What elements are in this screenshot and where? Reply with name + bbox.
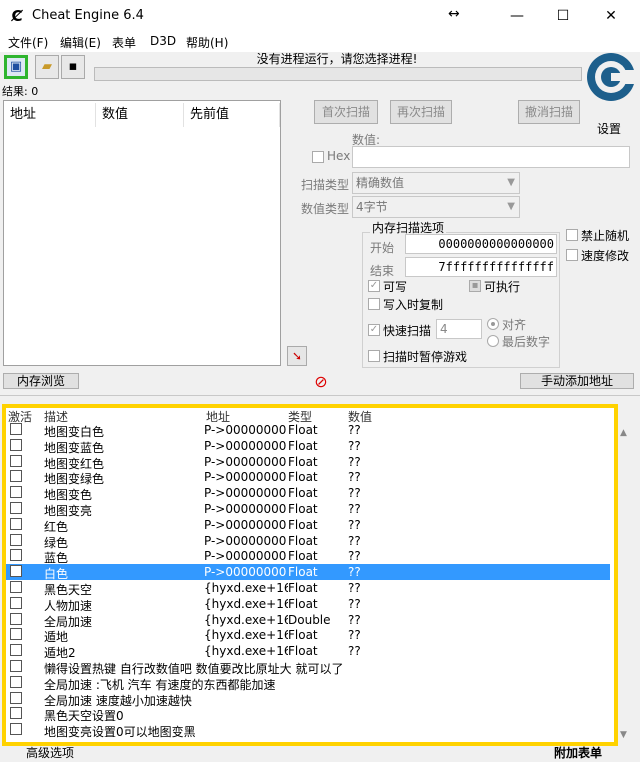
column-value[interactable]: 数值 bbox=[96, 103, 184, 127]
save-button[interactable]: ▪ bbox=[61, 55, 85, 79]
fast-scan-label: 快速扫描 bbox=[383, 324, 432, 338]
disable-random-checkbox[interactable] bbox=[566, 229, 578, 241]
alignment-radio[interactable] bbox=[487, 318, 499, 330]
column-previous[interactable]: 先前值 bbox=[184, 103, 280, 127]
computer-icon: ▣ bbox=[9, 59, 23, 74]
menu-d3d[interactable]: D3D bbox=[150, 34, 176, 48]
undo-scan-button[interactable]: 撤消扫描 bbox=[518, 100, 580, 124]
last-digits-label: 最后数字 bbox=[502, 335, 551, 349]
select-process-button[interactable]: ▣ bbox=[4, 55, 28, 79]
settings-label[interactable]: 设置 bbox=[597, 120, 621, 137]
hex-checkbox[interactable] bbox=[312, 151, 324, 163]
scroll-up-icon[interactable]: ▲ bbox=[620, 428, 627, 438]
menu-bar: 文件(F) 编辑(E) 表单 D3D 帮助(H) bbox=[0, 32, 640, 52]
bottom-bar: 高级选项 附加表单 bbox=[0, 744, 640, 762]
stop-label: 结束 bbox=[370, 264, 395, 278]
copy-on-write-checkbox[interactable] bbox=[368, 298, 380, 310]
close-button[interactable]: ✕ bbox=[588, 0, 634, 32]
splitter[interactable] bbox=[0, 395, 640, 396]
found-address-list[interactable]: 地址 数值 先前值 bbox=[3, 100, 281, 366]
stop-button[interactable]: ⊘ bbox=[311, 372, 331, 392]
menu-help[interactable]: 帮助(H) bbox=[186, 34, 228, 51]
add-to-list-button[interactable]: ➘ bbox=[287, 346, 307, 366]
menu-table[interactable]: 表单 bbox=[112, 34, 136, 51]
column-address[interactable]: 地址 bbox=[4, 103, 96, 127]
writable-checkbox[interactable]: ✓ bbox=[368, 280, 380, 292]
pause-game-label: 扫描时暂停游戏 bbox=[383, 350, 468, 364]
table-extras-button[interactable]: 附加表单 bbox=[554, 744, 602, 761]
scan-progress-bar bbox=[94, 67, 582, 81]
next-scan-button[interactable]: 再次扫描 bbox=[390, 100, 452, 124]
value-input[interactable] bbox=[352, 146, 630, 168]
value-type-select[interactable]: 4字节 ▼ bbox=[352, 196, 520, 218]
menu-file[interactable]: 文件(F) bbox=[8, 34, 48, 51]
add-address-manually-button[interactable]: 手动添加地址 bbox=[520, 373, 634, 389]
stop-address-input[interactable]: 7fffffffffffffff bbox=[405, 257, 557, 277]
value-type-label: 数值类型 bbox=[301, 202, 350, 216]
speedhack-checkbox[interactable] bbox=[566, 249, 578, 261]
title-bar: Ȼ Cheat Engine 6.4 ↔ — ☐ ✕ bbox=[0, 0, 640, 32]
memory-view-button[interactable]: 内存浏览 bbox=[3, 373, 79, 389]
highlight-frame bbox=[2, 404, 618, 746]
start-address-input[interactable]: 0000000000000000 bbox=[405, 234, 557, 254]
chevron-down-icon: ▼ bbox=[507, 177, 515, 188]
cheat-engine-app-icon: Ȼ bbox=[11, 7, 23, 25]
executable-label: 可执行 bbox=[484, 280, 521, 294]
value-type-value: 4字节 bbox=[356, 200, 388, 214]
pause-game-checkbox[interactable] bbox=[368, 350, 380, 362]
no-entry-icon: ⊘ bbox=[314, 372, 328, 391]
hex-label: Hex bbox=[327, 149, 351, 163]
fast-scan-input[interactable]: 4 bbox=[436, 319, 482, 339]
maximize-button[interactable]: ☐ bbox=[540, 0, 586, 32]
last-digits-radio[interactable] bbox=[487, 335, 499, 347]
window-title: Cheat Engine 6.4 bbox=[32, 8, 144, 23]
minimize-button[interactable]: — bbox=[494, 0, 540, 32]
chevron-down-icon: ▼ bbox=[507, 201, 515, 212]
scan-type-label: 扫描类型 bbox=[301, 178, 350, 192]
start-label: 开始 bbox=[370, 241, 395, 255]
menu-edit[interactable]: 编辑(E) bbox=[60, 34, 101, 51]
executable-checkbox[interactable]: ▪ bbox=[469, 280, 481, 292]
open-file-button[interactable]: ▰ bbox=[35, 55, 59, 79]
open-folder-icon: ▰ bbox=[42, 59, 52, 74]
copy-on-write-label: 写入时复制 bbox=[383, 298, 444, 312]
disable-random-label: 禁止随机 bbox=[581, 229, 630, 243]
red-arrow-icon: ➘ bbox=[291, 349, 303, 363]
fast-scan-checkbox[interactable]: ✓ bbox=[368, 324, 380, 336]
process-status-label: 没有进程运行，请您选择进程! bbox=[256, 52, 418, 66]
alignment-label: 对齐 bbox=[502, 318, 527, 332]
advanced-options-button[interactable]: 高级选项 bbox=[26, 744, 74, 761]
scan-type-value: 精确数值 bbox=[356, 176, 405, 190]
first-scan-button[interactable]: 首次扫描 bbox=[314, 100, 378, 124]
results-count: 结果: 0 bbox=[2, 85, 39, 98]
writable-label: 可写 bbox=[383, 280, 408, 294]
floppy-disk-icon: ▪ bbox=[68, 59, 78, 74]
scan-type-select[interactable]: 精确数值 ▼ bbox=[352, 172, 520, 194]
resize-arrows-icon: ↔ bbox=[448, 6, 460, 22]
speedhack-label: 速度修改 bbox=[581, 249, 630, 263]
scroll-down-icon[interactable]: ▼ bbox=[620, 730, 627, 740]
cheat-engine-logo[interactable] bbox=[584, 50, 638, 104]
